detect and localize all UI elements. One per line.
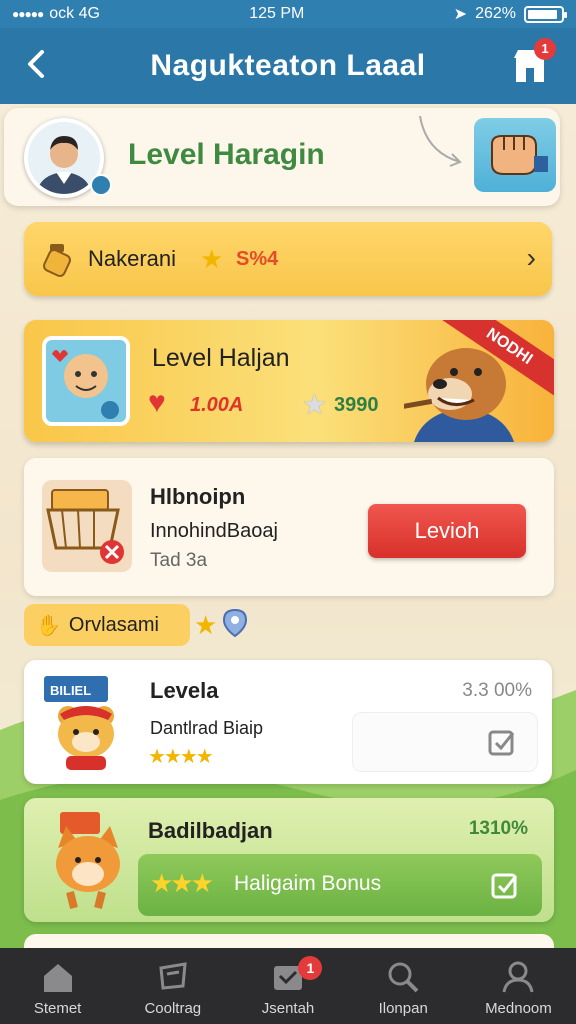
hand-icon: ✋ xyxy=(36,614,61,637)
list-item-percent: 3.3 00% xyxy=(462,680,532,701)
nav-label: Mednoom xyxy=(485,1000,552,1017)
checkbox-icon xyxy=(488,730,515,756)
nav-label: Jsentah xyxy=(261,1000,315,1017)
chevron-right-icon: › xyxy=(526,242,536,273)
section-tag[interactable]: ✋ Orvlasami xyxy=(24,604,190,646)
hero-title: Level Haljan xyxy=(152,344,290,372)
bottom-nav: Stemet Cooltrag 1 Jsentah Ilonpan Mednoo… xyxy=(0,948,576,1024)
store-badge: 1 xyxy=(534,38,556,60)
curved-arrow-icon xyxy=(419,115,462,167)
rating-stars: ★★★★ xyxy=(148,746,214,768)
back-button[interactable] xyxy=(20,46,56,82)
star-icon: ★ xyxy=(200,244,224,274)
character-icon xyxy=(52,350,119,419)
bonus-bar[interactable]: ★★★ Haligaim Bonus xyxy=(138,854,542,916)
nav-shop[interactable]: Cooltrag xyxy=(115,948,230,1024)
nav-label: Stemet xyxy=(33,1000,82,1017)
nakerani-value: S%4 xyxy=(236,248,279,270)
online-badge xyxy=(90,174,112,196)
nav-search[interactable]: Ilonpan xyxy=(346,948,461,1024)
star-icon: ★ xyxy=(194,610,218,640)
app-header: Nagukteaton Laaal 1 xyxy=(0,28,576,104)
level-hero-card[interactable]: Level Haljan ♥ 1.00A ★ 3990 NODHI xyxy=(24,320,554,442)
list-item[interactable]: BILIEL Levela 3.3 00% Dantlrad Biaip ★★★… xyxy=(24,660,552,784)
checkbox-icon xyxy=(491,873,518,899)
carrier-label: ock 4G xyxy=(49,5,100,22)
chevron-left-icon xyxy=(28,50,44,78)
nakerani-row[interactable]: Nakerani ★ S%4 › xyxy=(24,222,552,296)
store-button[interactable]: 1 xyxy=(510,38,556,86)
bonus-label: Haligaim Bonus xyxy=(234,872,382,895)
profile-icon xyxy=(502,961,534,993)
inbox-badge: 1 xyxy=(298,956,323,980)
item-card[interactable]: Hlbnoipn InnohindBaoaj Tad 3a Levioh xyxy=(24,458,554,596)
levioh-button[interactable]: Levioh xyxy=(368,504,526,558)
search-icon xyxy=(388,962,419,993)
signal-icon: ●●●●● xyxy=(12,7,44,21)
nav-label: Ilonpan xyxy=(378,1000,428,1017)
battery-icon xyxy=(524,5,567,23)
nav-profile[interactable]: Mednoom xyxy=(461,948,576,1024)
shop-icon xyxy=(159,962,187,990)
list-item-percent: 1310% xyxy=(468,818,528,839)
clock: 125 PM xyxy=(249,5,305,22)
section-label: Orvlasami xyxy=(68,613,159,636)
fox-icon xyxy=(56,812,120,909)
item-title: Hlbnoipn xyxy=(150,484,246,509)
page-title: Nagukteaton Laaal xyxy=(150,49,426,82)
cart-icon xyxy=(46,489,124,564)
nav-home[interactable]: Stemet xyxy=(0,948,115,1024)
item-meta: Tad 3a xyxy=(150,550,208,571)
heart-icon: ♥ xyxy=(148,386,166,419)
points-value: 3990 xyxy=(334,394,379,416)
home-icon xyxy=(43,964,72,992)
battery-fill xyxy=(528,9,557,19)
sign-text: BILIEL xyxy=(50,683,91,698)
profile-name: Level Haragin xyxy=(128,138,325,171)
silver-star-icon: ★ xyxy=(302,389,328,420)
list-item-subtitle: Dantlrad Biaip xyxy=(150,718,264,738)
nav-inbox[interactable]: 1 Jsentah xyxy=(230,948,345,1024)
action-box[interactable] xyxy=(352,712,538,772)
location-icon: ➤ xyxy=(453,6,468,23)
location-pin-icon xyxy=(222,608,248,638)
fist-icon xyxy=(491,135,548,175)
profile-card[interactable]: Level Haragin xyxy=(4,108,560,206)
list-item-title: Badilbadjan xyxy=(148,818,273,843)
list-item[interactable]: Badilbadjan 1310% ★★★ Haligaim Bonus xyxy=(24,798,554,922)
hearts-value: 1.00A xyxy=(190,394,244,416)
list-item-title: Levela xyxy=(150,678,219,703)
level-thumbnail xyxy=(42,336,130,426)
bottle-icon xyxy=(43,244,71,277)
battery-percent: 262% xyxy=(475,5,516,22)
item-thumbnail xyxy=(42,480,132,572)
nakerani-label: Nakerani xyxy=(88,246,177,271)
fist-button[interactable] xyxy=(474,118,556,192)
status-bar: ●●●●● ock 4G 125 PM ➤ 262% xyxy=(0,0,576,28)
rating-stars: ★★★ xyxy=(150,868,214,898)
item-subtitle: InnohindBaoaj xyxy=(150,520,278,542)
bear-icon: BILIEL xyxy=(44,676,114,770)
nav-label: Cooltrag xyxy=(144,1000,202,1017)
